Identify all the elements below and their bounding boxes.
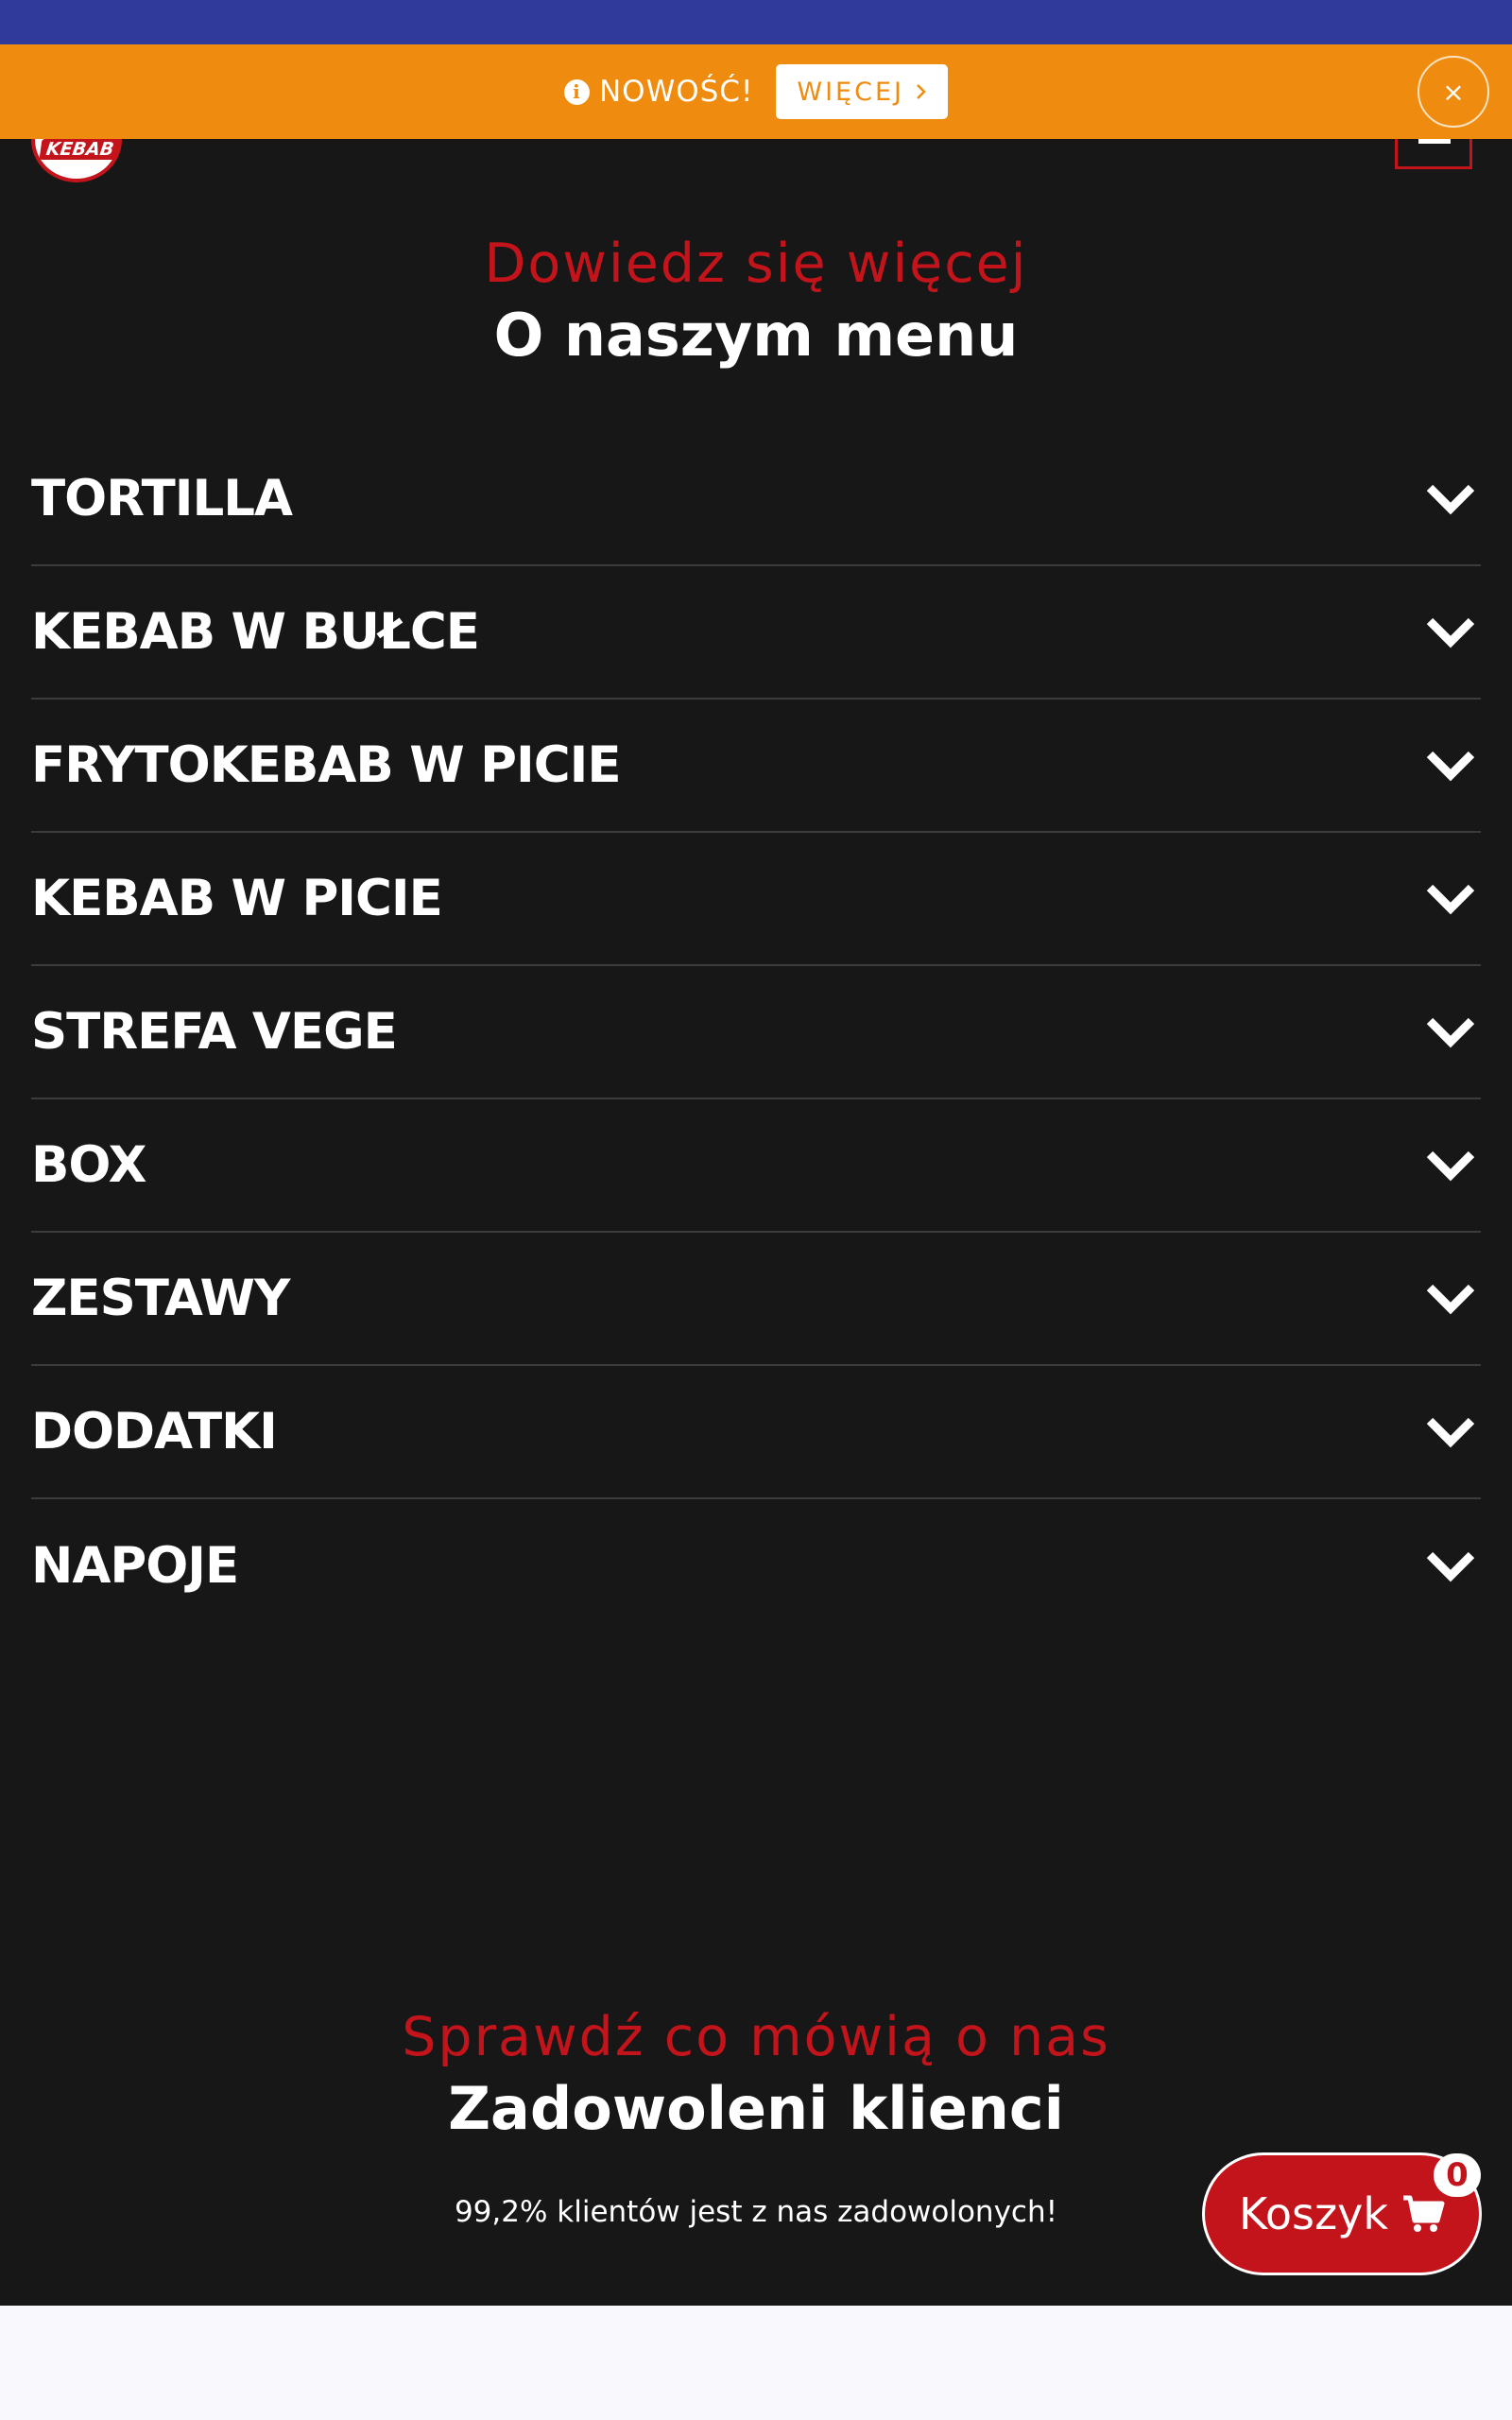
notice-info: i NOWOŚĆ! bbox=[563, 75, 754, 109]
reviews-section-title: Zadowoleni klienci bbox=[448, 2074, 1064, 2143]
reviews-section-subtitle: Sprawdź co mówią o nas bbox=[402, 2006, 1110, 2068]
menu-category-kebab-w-bulce[interactable]: KEBAB W BUŁCE bbox=[31, 566, 1481, 700]
menu-category-label: KEBAB W BUŁCE bbox=[31, 603, 480, 661]
notice-bar: i NOWOŚĆ! WIĘCEJ × bbox=[0, 44, 1512, 139]
top-color-bar bbox=[0, 0, 1512, 44]
menu-category-label: KEBAB W PICIE bbox=[31, 870, 443, 927]
menu-category-label: FRYTOKEBAB W PICIE bbox=[31, 736, 622, 794]
chevron-down-icon bbox=[1426, 1017, 1475, 1047]
menu-category-strefa-vege[interactable]: STREFA VEGE bbox=[31, 966, 1481, 1099]
chevron-down-icon bbox=[1426, 1284, 1475, 1314]
menu-category-label: ZESTAWY bbox=[31, 1270, 290, 1327]
cart-button[interactable]: Koszyk 0 bbox=[1202, 2152, 1482, 2275]
site-logo[interactable]: KEBAB bbox=[31, 139, 122, 186]
chevron-down-icon bbox=[1426, 1417, 1475, 1447]
chevron-down-icon bbox=[1426, 1150, 1475, 1181]
close-icon: × bbox=[1442, 76, 1465, 108]
hamburger-icon bbox=[1418, 139, 1451, 144]
menu-section-subtitle: Dowiedz się więcej bbox=[484, 233, 1028, 295]
chevron-down-icon bbox=[1426, 1551, 1475, 1582]
menu-category-label: DODATKI bbox=[31, 1403, 278, 1461]
menu-category-box[interactable]: BOX bbox=[31, 1099, 1481, 1233]
menu-category-label: BOX bbox=[31, 1136, 146, 1194]
menu-category-dodatki[interactable]: DODATKI bbox=[31, 1366, 1481, 1499]
chevron-down-icon bbox=[1426, 751, 1475, 781]
menu-section-title: O naszym menu bbox=[493, 301, 1019, 370]
menu-category-frytokebab-w-picie[interactable]: FRYTOKEBAB W PICIE bbox=[31, 700, 1481, 833]
more-button[interactable]: WIĘCEJ bbox=[776, 64, 948, 119]
shopping-cart-icon bbox=[1403, 2195, 1445, 2232]
menu-category-list: TORTILLA KEBAB W BUŁCE FRYTOKEBAB W PICI… bbox=[31, 433, 1481, 1633]
menu-category-zestawy[interactable]: ZESTAWY bbox=[31, 1233, 1481, 1366]
menu-category-label: TORTILLA bbox=[31, 470, 293, 527]
chevron-down-icon bbox=[1426, 617, 1475, 648]
logo-text: KEBAB bbox=[39, 139, 121, 160]
info-icon: i bbox=[563, 78, 590, 105]
cart-label: Koszyk bbox=[1239, 2188, 1388, 2239]
more-button-label: WIĘCEJ bbox=[797, 77, 904, 107]
chevron-right-icon bbox=[917, 84, 926, 99]
cart-count-badge: 0 bbox=[1434, 2153, 1481, 2197]
menu-category-tortilla[interactable]: TORTILLA bbox=[31, 433, 1481, 566]
footer-area bbox=[0, 2306, 1512, 2420]
chevron-down-icon bbox=[1426, 884, 1475, 914]
notice-text: NOWOŚĆ! bbox=[598, 75, 754, 109]
menu-category-label: STREFA VEGE bbox=[31, 1003, 398, 1061]
chevron-down-icon bbox=[1426, 484, 1475, 514]
hamburger-menu-button[interactable] bbox=[1395, 139, 1472, 169]
close-notice-button[interactable]: × bbox=[1418, 56, 1489, 128]
menu-category-napoje[interactable]: NAPOJE bbox=[31, 1499, 1481, 1633]
menu-category-kebab-w-picie[interactable]: KEBAB W PICIE bbox=[31, 833, 1481, 966]
menu-category-label: NAPOJE bbox=[31, 1537, 239, 1595]
